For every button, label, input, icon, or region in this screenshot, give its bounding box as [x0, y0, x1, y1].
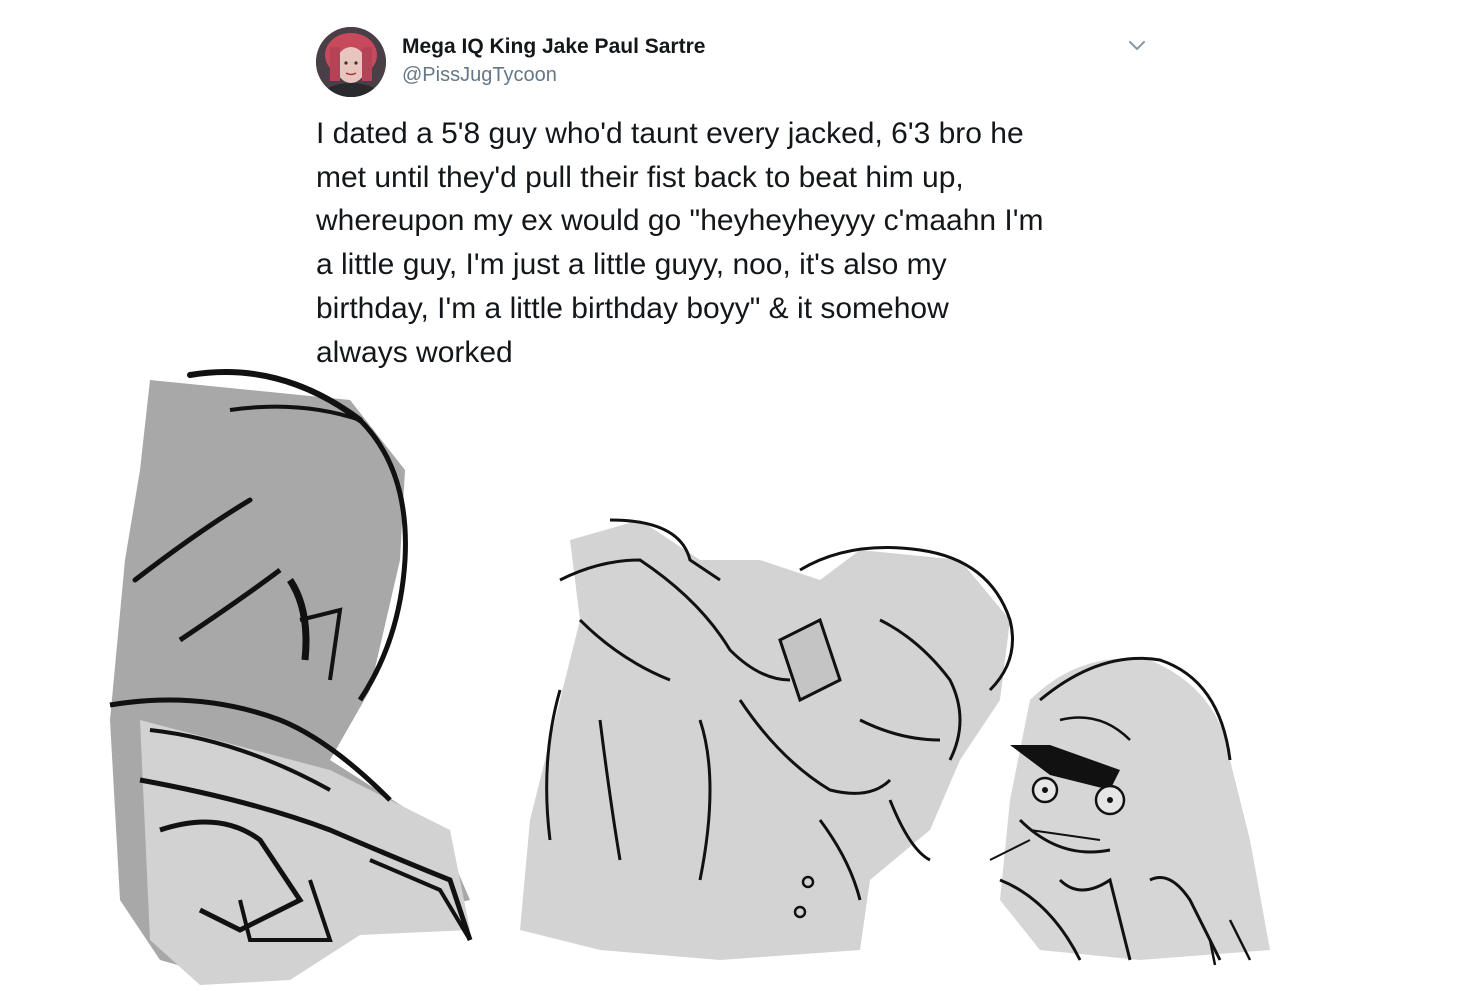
right-figure: [989, 656, 1270, 966]
tweet-text: I dated a 5'8 guy who'd taunt every jack…: [316, 117, 1044, 369]
display-name[interactable]: Mega IQ King Jake Paul Sartre: [402, 35, 705, 59]
avatar[interactable]: [316, 27, 386, 97]
tweet-card: Mega IQ King Jake Paul Sartre @PissJugTy…: [0, 0, 1464, 991]
left-figure: [109, 369, 473, 985]
chevron-down-icon[interactable]: [1124, 32, 1150, 58]
middle-figure: [520, 518, 1014, 960]
user-handle[interactable]: @PissJugTycoon: [402, 64, 557, 87]
profile-photo-icon: [316, 27, 386, 97]
